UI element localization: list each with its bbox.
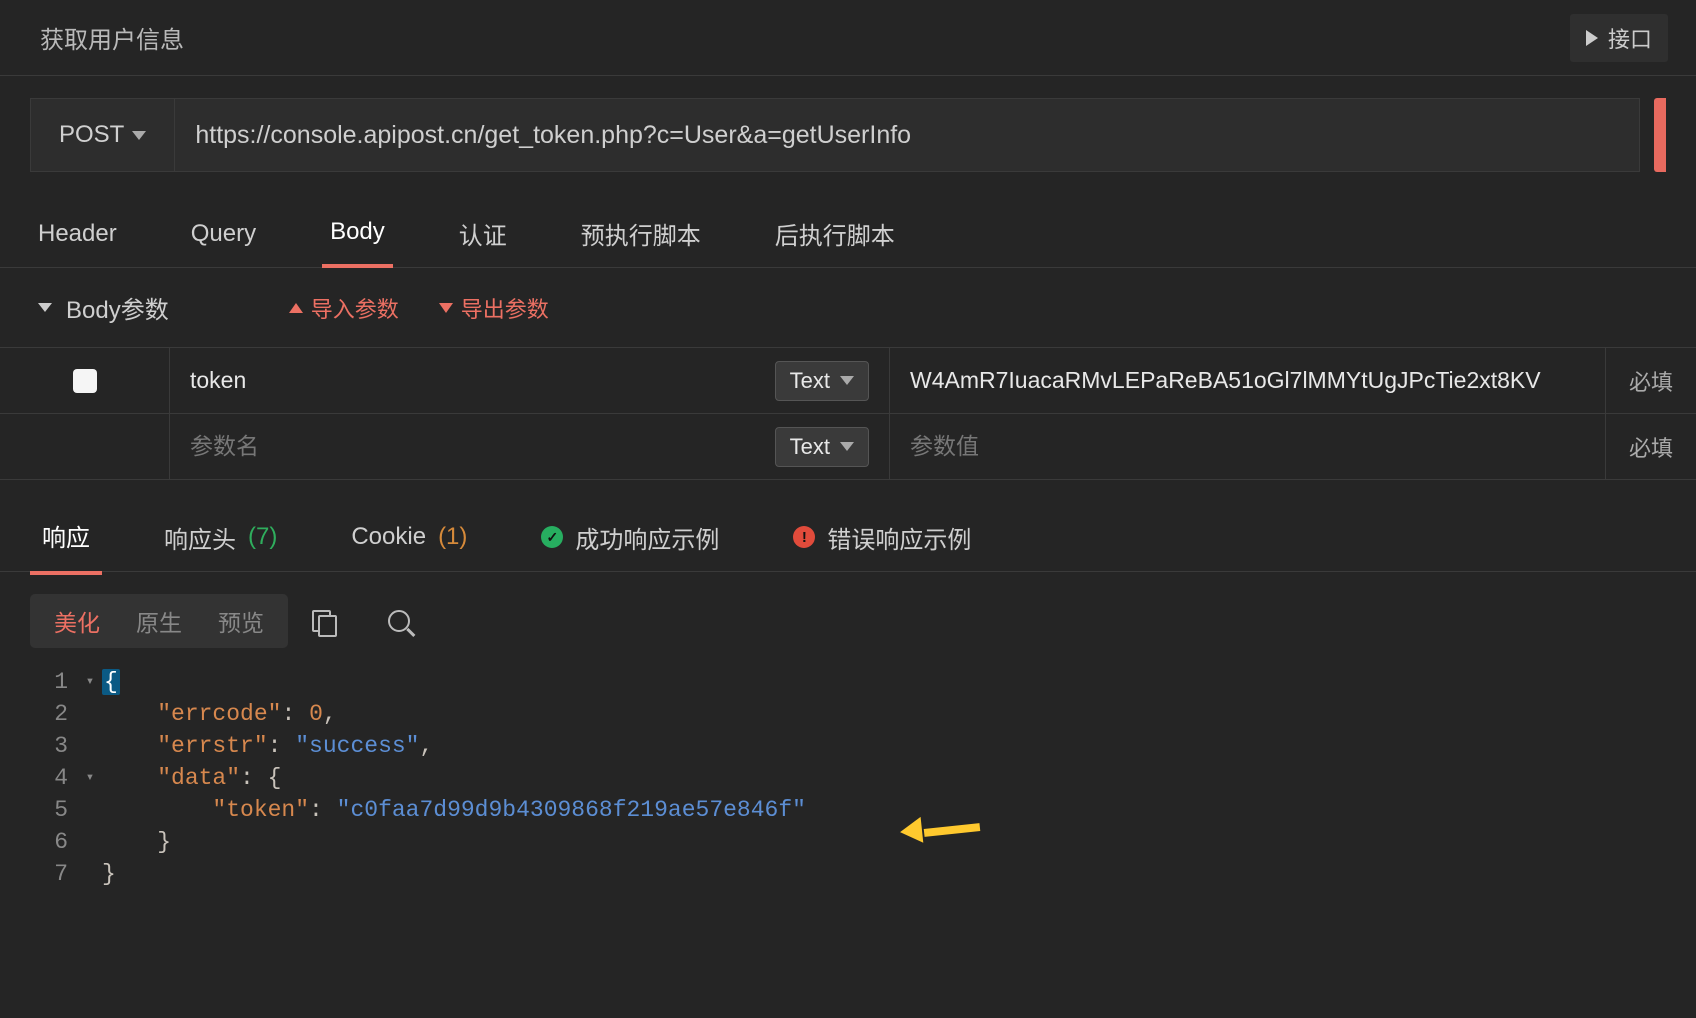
body-params-title: Body参数 (66, 290, 169, 325)
tab-auth[interactable]: 认证 (451, 200, 515, 269)
param-required-cell[interactable]: 必填 (1606, 348, 1696, 413)
fold-toggle (84, 858, 102, 890)
param-value-cell (890, 414, 1606, 479)
error-circle-icon: ! (793, 526, 815, 548)
fold-toggle (84, 826, 102, 858)
code-content: { (102, 666, 120, 698)
annotation-arrow-icon (900, 818, 980, 844)
line-number: 1 (30, 666, 84, 698)
response-body-code[interactable]: 1▾{2 "errcode": 0,3 "errstr": "success",… (0, 658, 1696, 898)
param-key-cell: Text (170, 348, 890, 413)
param-type-label: Text (790, 434, 830, 460)
tab-success-example[interactable]: ✓ 成功响应示例 (529, 505, 731, 573)
param-checkbox[interactable] (73, 369, 97, 393)
check-circle-icon: ✓ (541, 526, 563, 548)
tab-body[interactable]: Body (322, 202, 393, 268)
import-params-label: 导入参数 (311, 292, 399, 324)
param-key-input[interactable] (190, 433, 665, 460)
fold-toggle (84, 698, 102, 730)
arrow-up-icon (289, 303, 303, 313)
body-params-table: Text 必填 Text 必填 (0, 348, 1696, 480)
param-checkbox-cell (0, 348, 170, 413)
code-content: "token": "c0faa7d99d9b4309868f219ae57e84… (102, 794, 806, 826)
param-key-input[interactable] (190, 367, 665, 394)
code-content: "data": { (102, 762, 281, 794)
tab-response-headers[interactable]: 响应头 (7) (152, 505, 289, 573)
tab-response-headers-label: 响应头 (164, 520, 236, 555)
arrow-down-icon (439, 303, 453, 313)
request-tabs: Header Query Body 认证 预执行脚本 后执行脚本 (0, 202, 1696, 268)
play-icon (1586, 30, 1598, 46)
tab-error-example[interactable]: ! 错误响应示例 (781, 505, 983, 573)
code-content: } (102, 858, 116, 890)
code-line: 6 } (30, 826, 1666, 858)
code-line: 2 "errcode": 0, (30, 698, 1666, 730)
chevron-down-icon (132, 131, 146, 140)
line-number: 5 (30, 794, 84, 826)
url-input[interactable] (175, 98, 1640, 172)
param-type-select[interactable]: Text (775, 361, 869, 401)
format-raw[interactable]: 原生 (118, 604, 200, 638)
http-method-select[interactable]: POST (30, 98, 175, 172)
code-line: 1▾{ (30, 666, 1666, 698)
param-type-label: Text (790, 368, 830, 394)
line-number: 6 (30, 826, 84, 858)
page-title: 获取用户信息 (40, 20, 184, 55)
code-line: 3 "errstr": "success", (30, 730, 1666, 762)
cookie-count: (1) (438, 523, 467, 551)
response-headers-count: (7) (248, 523, 277, 551)
code-content: "errstr": "success", (102, 730, 433, 762)
line-number: 3 (30, 730, 84, 762)
code-line: 5 "token": "c0faa7d99d9b4309868f219ae57e… (30, 794, 1666, 826)
interface-play-button[interactable]: 接口 (1570, 14, 1668, 62)
body-params-toggle[interactable]: Body参数 (38, 290, 169, 325)
tab-cookie-label: Cookie (351, 523, 426, 551)
param-type-select[interactable]: Text (775, 427, 869, 467)
import-params-button[interactable]: 导入参数 (289, 292, 399, 324)
tab-query[interactable]: Query (183, 204, 264, 266)
param-value-cell (890, 348, 1606, 413)
table-row: Text 必填 (0, 414, 1696, 480)
table-row: Text 必填 (0, 348, 1696, 414)
line-number: 4 (30, 762, 84, 794)
fold-toggle[interactable]: ▾ (84, 666, 102, 698)
search-icon[interactable] (388, 610, 410, 632)
tab-header[interactable]: Header (30, 204, 125, 266)
tab-response[interactable]: 响应 (30, 503, 102, 575)
tab-prescript[interactable]: 预执行脚本 (573, 200, 709, 269)
copy-icon[interactable] (312, 610, 334, 632)
chevron-down-icon (38, 303, 52, 312)
code-line: 4▾ "data": { (30, 762, 1666, 794)
param-key-cell: Text (170, 414, 890, 479)
param-checkbox-cell (0, 414, 170, 479)
export-params-button[interactable]: 导出参数 (439, 292, 549, 324)
chevron-down-icon (840, 376, 854, 385)
response-tabs: 响应 响应头 (7) Cookie (1) ✓ 成功响应示例 ! 错误响应示例 (0, 506, 1696, 572)
format-preview[interactable]: 预览 (200, 604, 282, 638)
tab-cookie[interactable]: Cookie (1) (339, 508, 479, 569)
line-number: 7 (30, 858, 84, 890)
param-value-input[interactable] (910, 433, 1585, 460)
interface-play-label: 接口 (1608, 22, 1652, 54)
tab-postscript[interactable]: 后执行脚本 (767, 200, 903, 269)
fold-toggle (84, 794, 102, 826)
param-value-input[interactable] (910, 367, 1585, 394)
send-button[interactable] (1654, 98, 1666, 172)
format-pretty[interactable]: 美化 (36, 604, 118, 638)
http-method-label: POST (59, 121, 124, 149)
param-required-cell[interactable]: 必填 (1606, 414, 1696, 479)
chevron-down-icon (840, 442, 854, 451)
tab-error-example-label: 错误响应示例 (827, 520, 971, 555)
fold-toggle (84, 730, 102, 762)
line-number: 2 (30, 698, 84, 730)
code-content: "errcode": 0, (102, 698, 337, 730)
code-line: 7} (30, 858, 1666, 890)
tab-success-example-label: 成功响应示例 (575, 520, 719, 555)
export-params-label: 导出参数 (461, 292, 549, 324)
code-content: } (102, 826, 171, 858)
response-format-segment: 美化 原生 预览 (30, 594, 288, 648)
fold-toggle[interactable]: ▾ (84, 762, 102, 794)
